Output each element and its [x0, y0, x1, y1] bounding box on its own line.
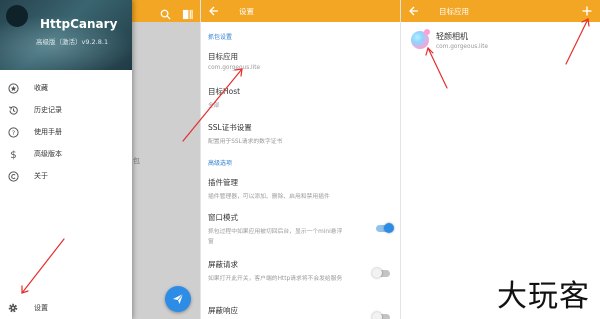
setting-title: 目标应用	[208, 52, 238, 61]
gear-icon	[6, 301, 20, 315]
drawer-item-label: 使用手册	[34, 128, 62, 136]
app-logo	[6, 5, 28, 27]
setting-subtitle: com.gorgeous.lite	[208, 65, 261, 71]
drawer-header: HttpCanary 高级版（激活）v9.2.8.1	[0, 0, 132, 70]
svg-text:$: $	[10, 150, 16, 160]
drawer-item-label: 历史记录	[34, 106, 62, 114]
dollar-icon: $	[6, 147, 20, 161]
target-apps-app-bar: 目标应用	[401, 0, 600, 22]
window-mode-toggle[interactable]	[376, 223, 394, 233]
page-title: 目标应用	[439, 6, 469, 16]
settings-screen: 设置 抓包设置 目标应用 com.gorgeous.lite 目标Host 全部…	[200, 0, 400, 319]
target-apps-screen: 目标应用 轻颜相机 com.gorgeous.lite 大玩客	[400, 0, 600, 319]
drawer-item-favorites[interactable]: 收藏	[0, 77, 132, 99]
setting-title: 目标Host	[208, 87, 241, 96]
toggle-knob	[372, 268, 382, 278]
app-icon	[411, 29, 430, 49]
search-icon[interactable]	[160, 5, 171, 24]
drawer-item-settings[interactable]: 设置	[0, 297, 132, 319]
block-request-toggle[interactable]	[372, 268, 390, 278]
drawer-item-label: 收藏	[34, 84, 48, 92]
drawer-item-history[interactable]: 历史记录	[0, 99, 132, 121]
setting-title: SSL证书设置	[208, 123, 252, 132]
drawer-item-premium[interactable]: $ 高级版本	[0, 143, 132, 165]
setting-subtitle: 如果打开此开关，客户端的Http请求将不会发给服务	[208, 276, 343, 282]
settings-app-bar: 设置	[201, 0, 400, 22]
app-title: HttpCanary	[40, 17, 118, 31]
drawer-item-label: 设置	[34, 304, 48, 312]
add-icon[interactable]	[580, 4, 594, 18]
setting-title: 屏蔽请求	[208, 260, 238, 269]
drawer-screen: 包 HttpCanary 高级版（激活）v9.2.8.1 收藏 历史记录 ? 使…	[0, 0, 200, 319]
background-text: 包	[133, 157, 140, 165]
setting-title: 插件管理	[208, 178, 238, 187]
back-arrow-icon[interactable]	[207, 4, 221, 18]
drawer-item-label: 关于	[34, 172, 48, 180]
section-header-advanced: 高级选项	[208, 160, 233, 167]
svg-text:?: ?	[11, 128, 14, 136]
help-circle-icon: ?	[6, 125, 20, 139]
setting-subtitle: 全部	[208, 103, 220, 109]
setting-subtitle: 抓包过程中如果应用被切回后台，显示一个mini悬浮	[208, 229, 343, 235]
drawer-item-manual[interactable]: ? 使用手册	[0, 121, 132, 143]
copyright-icon	[6, 169, 20, 183]
paper-plane-icon	[173, 293, 184, 304]
setting-title: 屏蔽响应	[208, 306, 238, 315]
start-capture-fab[interactable]	[165, 286, 191, 312]
block-response-toggle[interactable]	[372, 312, 390, 319]
target-app-name: 轻颜相机	[436, 32, 468, 41]
back-arrow-icon[interactable]	[407, 4, 421, 18]
star-circle-icon	[6, 81, 20, 95]
setting-title: 窗口模式	[208, 213, 238, 222]
drawer-item-label: 高级版本	[34, 150, 62, 158]
toggle-knob	[384, 223, 394, 233]
filter-icon[interactable]	[182, 5, 193, 24]
page-title: 设置	[239, 6, 254, 16]
section-header-capture: 抓包设置	[208, 34, 233, 41]
watermark-logo: 大玩客	[497, 279, 590, 314]
drawer-item-about[interactable]: 关于	[0, 165, 132, 187]
setting-subtitle-cont: 窗	[208, 239, 214, 245]
setting-subtitle: 配置用于SSL请求的数字证书	[208, 139, 283, 145]
toggle-knob	[372, 312, 382, 319]
target-app-package: com.gorgeous.lite	[436, 44, 489, 50]
app-version: 高级版（激活）v9.2.8.1	[36, 38, 109, 46]
setting-subtitle: 插件管理器，可以添加、删除、启用和禁用插件	[208, 194, 330, 200]
navigation-drawer: HttpCanary 高级版（激活）v9.2.8.1 收藏 历史记录 ? 使用手…	[0, 0, 132, 319]
history-icon	[6, 103, 20, 117]
